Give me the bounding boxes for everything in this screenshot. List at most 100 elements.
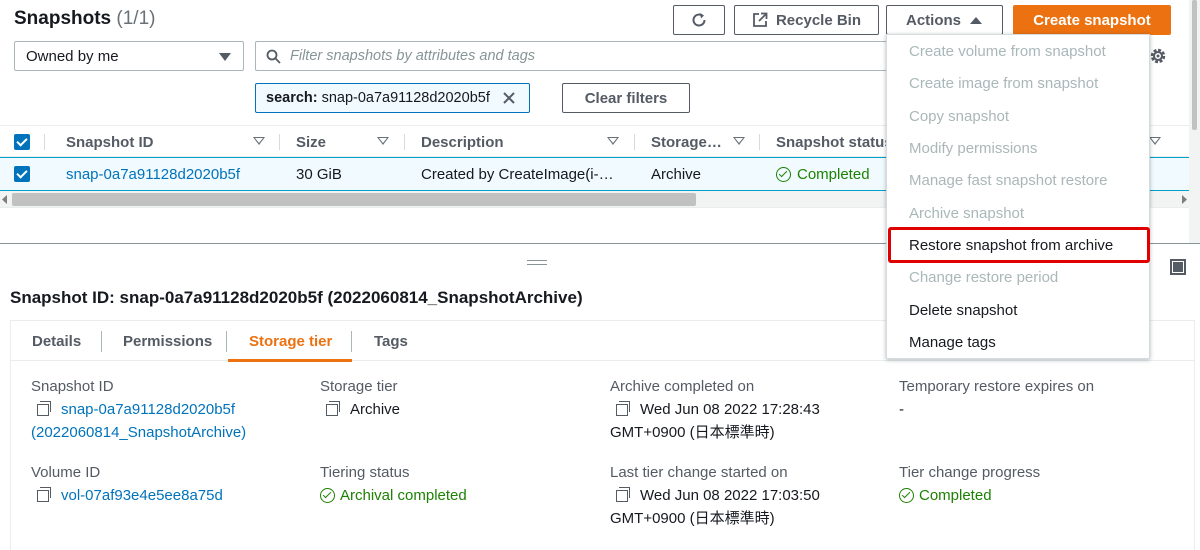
caret-up-icon [970, 17, 982, 24]
menu-item-delete-snapshot[interactable]: Delete snapshot [909, 302, 1017, 319]
storage-tier-text: Archive [350, 401, 401, 418]
tab-storage-tier[interactable]: Storage tier [249, 321, 332, 361]
filter-token-value: snap-0a7a91128d2020b5f [321, 90, 490, 106]
copy-icon[interactable] [37, 487, 51, 502]
menu-item-create-volume: Create volume from snapshot [909, 43, 1106, 60]
status-success-icon [320, 488, 335, 503]
create-snapshot-label: Create snapshot [1033, 11, 1151, 29]
column-header-storage[interactable]: Storage… [651, 126, 722, 158]
clear-filters-button[interactable]: Clear filters [562, 83, 690, 113]
actions-menu: Create volume from snapshot Create image… [886, 34, 1150, 359]
archive-completed-label: Archive completed on [610, 378, 755, 395]
archive-completed-date: Wed Jun 08 2022 17:28:43 [640, 401, 820, 418]
sort-icon[interactable] [607, 137, 619, 145]
filter-token: search: snap-0a7a91128d2020b5f [255, 83, 530, 113]
create-snapshot-button[interactable]: Create snapshot [1013, 5, 1171, 35]
menu-item-fast-snapshot-restore: Manage fast snapshot restore [909, 172, 1108, 189]
filter-token-key: search: [266, 90, 318, 106]
status-success-icon [899, 488, 914, 503]
recycle-bin-label: Recycle Bin [775, 11, 862, 29]
snapshot-name-link[interactable]: (2022060814_SnapshotArchive) [31, 421, 246, 444]
menu-item-archive-snapshot: Archive snapshot [909, 205, 1025, 222]
dismiss-token-icon[interactable] [502, 91, 516, 105]
actions-label: Actions [905, 11, 961, 29]
sort-icon[interactable] [733, 137, 745, 145]
active-tab-indicator [228, 359, 352, 362]
column-divider [404, 134, 405, 150]
temp-restore-label: Temporary restore expires on [899, 378, 1095, 395]
owner-select-value: Owned by me [26, 47, 119, 65]
settings-gear-icon[interactable] [1148, 46, 1168, 66]
storage-cell: Archive [651, 165, 702, 183]
sort-icon[interactable] [1149, 137, 1161, 145]
volume-id-label: Volume ID [31, 464, 101, 481]
volume-id-value: vol-07af93e4e5ee8a75d [37, 484, 223, 507]
column-divider [759, 134, 760, 150]
last-tier-change-label: Last tier change started on [610, 464, 788, 481]
column-header-size[interactable]: Size [296, 126, 326, 158]
select-all-checkbox[interactable] [14, 134, 30, 150]
menu-item-modify-permissions: Modify permissions [909, 140, 1038, 157]
external-link-icon [753, 12, 768, 27]
menu-item-copy-snapshot: Copy snapshot [909, 108, 1010, 125]
column-divider [44, 134, 45, 150]
status-cell: Completed [776, 158, 870, 190]
snapshot-id-link-detail[interactable]: snap-0a7a91128d2020b5f [61, 401, 235, 418]
menu-item-create-image: Create image from snapshot [909, 75, 1099, 92]
vertical-scrollbar[interactable] [1189, 0, 1200, 243]
page-title-text: Snapshots [14, 8, 112, 29]
copy-icon[interactable] [616, 401, 630, 416]
panel-toggle-icon[interactable] [1170, 259, 1186, 275]
sort-icon[interactable] [377, 137, 389, 145]
column-header-snapshot-status[interactable]: Snapshot status [776, 126, 893, 158]
snapshot-id-link[interactable]: snap-0a7a91128d2020b5f [66, 158, 240, 190]
tiering-status-text: Archival completed [340, 487, 467, 504]
column-divider [279, 134, 280, 150]
column-header-description[interactable]: Description [421, 126, 504, 158]
tab-permissions[interactable]: Permissions [123, 321, 212, 361]
vertical-scroll-thumb[interactable] [1192, 0, 1197, 130]
copy-icon[interactable] [326, 401, 340, 416]
search-icon [266, 49, 281, 64]
snapshot-id-label: Snapshot ID [31, 378, 114, 395]
description-cell: Created by CreateImage(i-… [421, 165, 614, 183]
tier-change-progress-label: Tier change progress [899, 464, 1041, 481]
filter-search-placeholder: Filter snapshots by attributes and tags [290, 48, 536, 64]
owner-select[interactable]: Owned by me [14, 41, 244, 71]
row-checkbox[interactable] [14, 166, 30, 182]
selection-count: (1/1) [116, 8, 156, 29]
scroll-left-icon[interactable] [1, 195, 9, 204]
recycle-bin-button[interactable]: Recycle Bin [734, 5, 879, 35]
column-header-snapshot-id[interactable]: Snapshot ID [66, 126, 154, 158]
horizontal-scroll-thumb[interactable] [12, 193, 696, 206]
tab-divider [226, 331, 227, 352]
filter-search-input[interactable]: Filter snapshots by attributes and tags [255, 41, 895, 71]
actions-button[interactable]: Actions [886, 5, 1003, 35]
tiering-status-label: Tiering status [320, 464, 410, 481]
tier-change-progress-value: Completed [899, 484, 992, 507]
last-tier-change-tz: GMT+0900 (日本標準時) [610, 510, 775, 527]
storage-tier-value: Archive [326, 398, 400, 421]
tab-tags[interactable]: Tags [374, 321, 408, 361]
volume-id-link[interactable]: vol-07af93e4e5ee8a75d [61, 487, 223, 504]
snapshot-id-value: snap-0a7a91128d2020b5f (2022060814_Snaps… [31, 398, 246, 444]
refresh-button[interactable] [673, 5, 725, 35]
sort-icon[interactable] [253, 137, 265, 145]
archive-completed-value: Wed Jun 08 2022 17:28:43 GMT+0900 (日本標準時… [610, 398, 820, 444]
resize-handle-icon[interactable] [527, 260, 547, 265]
refresh-icon [692, 13, 706, 27]
page-title: Snapshots (1/1) [14, 8, 155, 30]
status-success-icon [776, 166, 791, 182]
menu-item-change-restore-period: Change restore period [909, 269, 1059, 286]
copy-icon[interactable] [616, 487, 630, 502]
tier-change-progress-text: Completed [919, 487, 992, 504]
tab-details[interactable]: Details [32, 321, 81, 361]
highlight-box [888, 227, 1150, 263]
copy-icon[interactable] [37, 401, 51, 416]
tab-divider [351, 331, 352, 352]
detail-title: Snapshot ID: snap-0a7a91128d2020b5f (202… [10, 288, 583, 307]
temp-restore-value: - [899, 401, 904, 418]
storage-tier-label: Storage tier [320, 378, 398, 395]
scroll-right-icon[interactable] [1180, 195, 1188, 204]
menu-item-manage-tags[interactable]: Manage tags [909, 334, 996, 351]
